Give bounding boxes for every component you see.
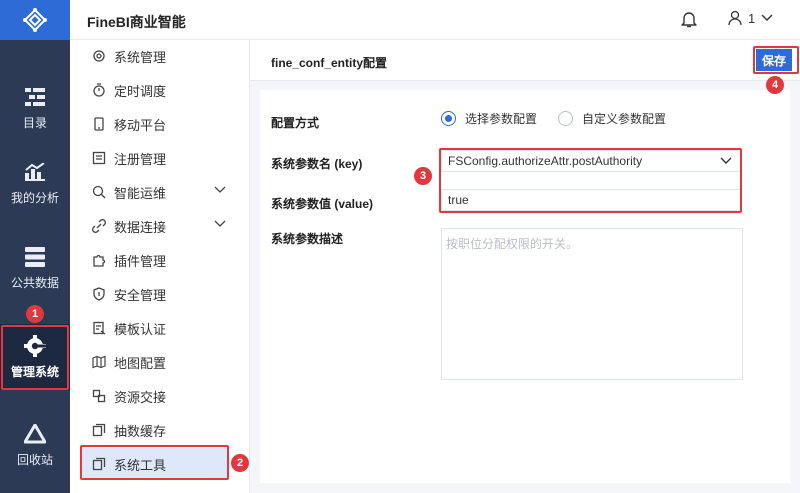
cache-icon	[92, 423, 106, 437]
radio-label: 选择参数配置	[465, 112, 538, 126]
menu-item-label: 注册管理	[114, 151, 167, 167]
param-name-label: 系统参数名 (key)	[271, 157, 363, 171]
mobile-icon	[92, 117, 106, 131]
rail-item-label: 公共数据	[10, 275, 59, 290]
annotation-badge-1: 1	[26, 305, 44, 323]
tool-icon	[92, 457, 106, 471]
radio-custom-param[interactable]: 自定义参数配置	[558, 110, 666, 127]
param-desc-placeholder: 按职位分配权限的开关。	[446, 237, 579, 251]
menu-item-system-tools[interactable]: 系统工具	[82, 448, 228, 480]
chevron-down-icon[interactable]	[214, 220, 226, 228]
bell-icon[interactable]	[681, 10, 697, 31]
finebi-logo[interactable]	[0, 0, 70, 40]
rail-item-label: 我的分析	[10, 190, 59, 205]
link-icon	[92, 219, 106, 233]
analysis-icon	[24, 161, 46, 183]
chevron-down-icon	[761, 14, 773, 21]
public-data-icon	[24, 246, 46, 268]
menu-item-label: 插件管理	[114, 253, 167, 269]
radio-button-unchecked[interactable]	[558, 111, 574, 126]
menu-item-map-config[interactable]: 地图配置	[70, 346, 250, 378]
save-button[interactable]: 保存	[756, 49, 792, 71]
menu-item-template-cert[interactable]: 模板认证	[70, 312, 250, 344]
shield-icon	[92, 287, 106, 301]
menu-item-label: 数据连接	[114, 219, 167, 235]
left-rail: 目录 我的分析 公共数据 管理系统 回收站	[0, 0, 70, 493]
transfer-icon	[92, 389, 106, 403]
menu-item-label: 系统工具	[114, 457, 167, 473]
menu-item-smart-ops[interactable]: 智能运维	[70, 176, 250, 208]
map-icon	[92, 355, 106, 369]
param-desc-label: 系统参数描述	[271, 232, 344, 246]
rail-item-my-analysis[interactable]: 我的分析	[0, 150, 70, 216]
app-title: FineBI商业智能	[87, 14, 186, 30]
recycle-bin-icon	[24, 423, 46, 445]
menu-item-resource-transfer[interactable]: 资源交接	[70, 380, 250, 412]
menu-item-registration[interactable]: 注册管理	[70, 142, 250, 174]
config-mode-label: 配置方式	[271, 116, 320, 130]
main-header: fine_conf_entity配置 保存	[250, 40, 800, 81]
menu-item-label: 系统管理	[114, 49, 167, 65]
annotation-badge-2: 2	[231, 454, 249, 472]
rail-item-label: 管理系统	[10, 364, 59, 379]
ops-icon	[92, 185, 106, 199]
menu-item-label: 抽数缓存	[114, 423, 167, 439]
rail-item-directory[interactable]: 目录	[0, 75, 70, 141]
register-icon	[92, 151, 106, 165]
radio-label: 自定义参数配置	[582, 112, 667, 126]
directory-icon	[24, 86, 46, 108]
menu-item-scheduler[interactable]: 定时调度	[70, 74, 250, 106]
template-icon	[92, 321, 106, 335]
gear-icon	[92, 49, 106, 63]
config-mode-radio-group: 选择参数配置 自定义参数配置	[441, 110, 687, 127]
annotation-badge-4: 4	[766, 76, 784, 94]
menu-item-extract-cache[interactable]: 抽数缓存	[70, 414, 250, 446]
rail-item-label: 目录	[22, 115, 47, 130]
chevron-down-icon[interactable]	[214, 186, 226, 194]
menu-item-label: 资源交接	[114, 389, 167, 405]
chevron-down-icon	[720, 157, 732, 164]
plugin-icon	[92, 253, 106, 267]
user-menu[interactable]: 1	[728, 10, 773, 26]
timer-icon	[92, 83, 106, 97]
rail-item-management[interactable]: 管理系统	[0, 324, 70, 390]
logo-icon	[23, 8, 47, 32]
menu-item-label: 地图配置	[114, 355, 167, 371]
param-desc-textarea[interactable]: 按职位分配权限的开关。	[441, 228, 743, 380]
radio-select-param[interactable]: 选择参数配置	[441, 110, 537, 127]
page-title: fine_conf_entity配置	[271, 56, 388, 70]
user-label: 1	[748, 10, 756, 26]
param-value-label: 系统参数值 (value)	[271, 197, 374, 211]
menu-item-data-connection[interactable]: 数据连接	[70, 210, 250, 242]
sub-menu: 系统管理 定时调度 移动平台 注册管理 智能运维 数据连接 插件管理 安全管理 …	[70, 40, 250, 493]
menu-item-system-management[interactable]: 系统管理	[70, 40, 250, 72]
management-icon	[24, 334, 46, 357]
menu-item-label: 安全管理	[114, 287, 167, 303]
param-value-input[interactable]: true	[441, 189, 741, 211]
rail-item-public-data[interactable]: 公共数据	[0, 235, 70, 301]
radio-button-checked[interactable]	[441, 111, 456, 126]
top-bar: FineBI商业智能 1	[70, 0, 800, 40]
menu-item-plugin-management[interactable]: 插件管理	[70, 244, 250, 276]
menu-item-label: 模板认证	[114, 321, 167, 337]
menu-item-mobile-platform[interactable]: 移动平台	[70, 108, 250, 140]
annotation-badge-3: 3	[414, 167, 432, 185]
menu-item-label: 移动平台	[114, 117, 167, 133]
menu-item-security-management[interactable]: 安全管理	[70, 278, 250, 310]
menu-item-label: 定时调度	[114, 83, 167, 99]
param-value-text: true	[448, 193, 469, 207]
menu-item-label: 智能运维	[114, 185, 167, 201]
rail-item-label: 回收站	[16, 452, 53, 467]
param-name-value: FSConfig.authorizeAttr.postAuthority	[448, 154, 643, 168]
config-form: 配置方式 选择参数配置 自定义参数配置 系统参数名 (key) FSConfig…	[260, 90, 790, 483]
param-name-select[interactable]: FSConfig.authorizeAttr.postAuthority	[441, 150, 741, 172]
main-content: fine_conf_entity配置 保存 配置方式 选择参数配置 自定义参数配…	[250, 40, 800, 493]
user-icon	[728, 10, 742, 26]
rail-item-recycle-bin[interactable]: 回收站	[0, 412, 70, 478]
